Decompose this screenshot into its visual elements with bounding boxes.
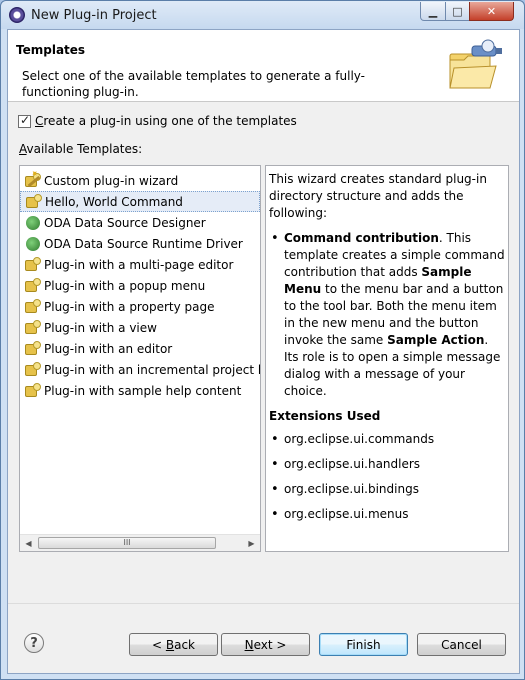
template-list-item[interactable]: Plug-in with sample help content [20, 380, 260, 401]
template-list-item[interactable]: ODA Data Source Designer [20, 212, 260, 233]
cancel-button[interactable]: Cancel [417, 633, 506, 656]
footer-separator [8, 603, 519, 604]
back-label: < Back [151, 637, 195, 652]
page-description: Select one of the available templates to… [22, 69, 366, 99]
extensions-heading: Extensions Used [269, 409, 381, 423]
template-list-item[interactable]: Plug-in with a property page [20, 296, 260, 317]
extension-item: org.eclipse.ui.menus [269, 506, 505, 523]
folder-wizard-icon [449, 39, 502, 89]
template-label: Plug-in with sample help content [44, 383, 242, 398]
template-label: Plug-in with a view [44, 320, 157, 335]
cancel-label: Cancel [441, 637, 482, 652]
template-label: Custom plug-in wizard [44, 173, 179, 188]
template-description-panel: This wizard creates standard plug-in dir… [265, 165, 509, 552]
maximize-button[interactable]: □ [445, 2, 470, 21]
page-title: Templates [16, 43, 86, 57]
dialog-client-area: Templates Select one of the available te… [7, 29, 520, 674]
oda-icon [25, 215, 41, 231]
next-label: Next > [244, 637, 287, 652]
title-bar: New Plug-in Project ▁ □ ✕ [1, 1, 524, 29]
template-label: Plug-in with a property page [44, 299, 215, 314]
template-label: ODA Data Source Runtime Driver [44, 236, 243, 251]
plugin-icon [25, 298, 41, 315]
scroll-thumb[interactable]: III [38, 537, 216, 549]
template-label: Plug-in with a popup menu [44, 278, 206, 293]
template-list-item[interactable]: Custom plug-in wizard [20, 170, 260, 191]
plugin-icon [25, 277, 41, 294]
back-button[interactable]: < Back [129, 633, 218, 656]
use-template-label: Create a plug-in using one of the templa… [35, 114, 297, 128]
wizard-header: Templates Select one of the available te… [8, 30, 519, 102]
finish-button[interactable]: Finish [319, 633, 408, 656]
eclipse-icon [9, 7, 25, 23]
template-list-item[interactable]: ODA Data Source Runtime Driver [20, 233, 260, 254]
plugin-icon [26, 193, 42, 210]
template-label: Plug-in with a multi-page editor [44, 257, 234, 272]
minimize-button[interactable]: ▁ [420, 2, 446, 21]
available-templates-label: Available Templates: [19, 142, 143, 156]
oda-icon [25, 236, 41, 252]
extensions-list: org.eclipse.ui.commands org.eclipse.ui.h… [269, 431, 505, 523]
maximize-icon: □ [452, 4, 463, 18]
next-button[interactable]: Next > [221, 633, 310, 656]
item-bold-sample-action: Sample Action [387, 333, 485, 347]
use-template-checkbox[interactable] [18, 113, 31, 128]
plugin-icon [25, 319, 41, 336]
description-item: Command contribution. This template crea… [269, 230, 505, 400]
template-label: ODA Data Source Designer [44, 215, 206, 230]
template-label: Hello, World Command [45, 194, 183, 209]
finish-label: Finish [346, 637, 381, 652]
extension-item: org.eclipse.ui.handlers [269, 456, 505, 473]
extension-item: org.eclipse.ui.bindings [269, 481, 505, 498]
help-icon[interactable]: ? [24, 633, 44, 653]
templates-list[interactable]: Custom plug-in wizard Hello, World Comman… [19, 165, 261, 552]
use-template-checkbox-row[interactable]: Create a plug-in using one of the templa… [18, 113, 297, 128]
minimize-icon: ▁ [428, 4, 438, 18]
close-icon: ✕ [486, 4, 497, 18]
template-list-item[interactable]: Plug-in with an incremental project bu [20, 359, 260, 380]
template-list-item[interactable]: Plug-in with a multi-page editor [20, 254, 260, 275]
template-list-item[interactable]: Plug-in with a view [20, 317, 260, 338]
template-list-item[interactable]: Plug-in with an editor [20, 338, 260, 359]
plugin-icon [25, 256, 41, 273]
description-intro: This wizard creates standard plug-in dir… [269, 172, 487, 220]
extension-item: org.eclipse.ui.commands [269, 431, 505, 448]
dialog-window: New Plug-in Project ▁ □ ✕ Templates Sele… [0, 0, 525, 680]
window-title: New Plug-in Project [31, 8, 157, 23]
template-list-item[interactable]: Hello, World Command [20, 191, 260, 212]
wizard-icon [25, 172, 41, 189]
plugin-icon [25, 340, 41, 357]
template-label: Plug-in with an incremental project bu [44, 362, 261, 377]
scroll-right-icon[interactable]: ▶ [243, 535, 260, 551]
template-list-item[interactable]: Plug-in with a popup menu [20, 275, 260, 296]
item-title: Command contribution [284, 231, 439, 245]
close-button[interactable]: ✕ [469, 2, 514, 21]
template-label: Plug-in with an editor [44, 341, 173, 356]
plugin-icon [25, 382, 41, 399]
plugin-icon [25, 361, 41, 378]
scroll-left-icon[interactable]: ◀ [20, 535, 37, 551]
horizontal-scrollbar[interactable]: ◀ III ▶ [20, 534, 260, 551]
